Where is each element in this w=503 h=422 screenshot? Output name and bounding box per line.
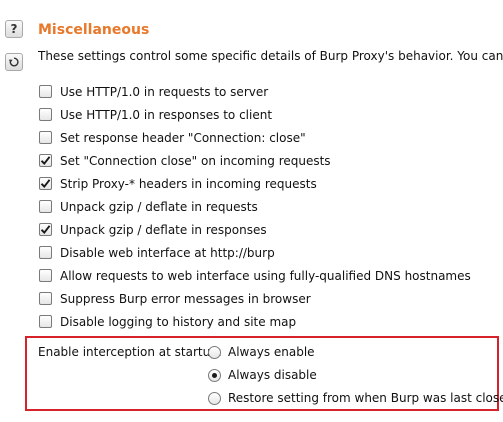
radio-label: Restore setting from when Burp was last … (228, 391, 503, 405)
radio-button[interactable] (208, 391, 221, 405)
option-connection-close-requests[interactable]: Set "Connection close" on incoming reque… (39, 149, 471, 172)
option-label: Set response header "Connection: close" (60, 130, 306, 145)
checkbox[interactable] (39, 154, 52, 167)
checkbox[interactable] (39, 223, 52, 236)
option-unpack-responses[interactable]: Unpack gzip / deflate in responses (39, 218, 471, 241)
restore-defaults-icon (8, 57, 19, 67)
option-disable-logging[interactable]: Disable logging to history and site map (39, 310, 471, 333)
option-label: Disable logging to history and site map (60, 314, 297, 329)
radio-always-disable[interactable]: Always disable (208, 366, 317, 384)
proxy-options-panel: ? Miscellaneous These settings control s… (0, 0, 503, 422)
checkbox[interactable] (39, 292, 52, 305)
radio-always-enable[interactable]: Always enable (208, 343, 315, 361)
radio-label: Always disable (228, 368, 317, 382)
option-allow-fqdn-web-interface[interactable]: Allow requests to web interface using fu… (39, 264, 471, 287)
option-label: Use HTTP/1.0 in responses to client (60, 107, 273, 122)
help-button[interactable]: ? (5, 20, 23, 38)
checkmark-icon (40, 225, 51, 235)
option-label: Disable web interface at http://burp (60, 245, 275, 260)
checkbox[interactable] (39, 85, 52, 98)
option-http10-responses[interactable]: Use HTTP/1.0 in responses to client (39, 103, 471, 126)
option-label: Allow requests to web interface using fu… (60, 268, 471, 283)
checkbox[interactable] (39, 315, 52, 328)
checkbox[interactable] (39, 200, 52, 213)
checkmark-icon (40, 156, 51, 166)
option-label: Set "Connection close" on incoming reque… (60, 153, 331, 168)
option-label: Suppress Burp error messages in browser (60, 291, 311, 306)
help-icon: ? (10, 22, 18, 36)
option-label: Use HTTP/1.0 in requests to server (60, 84, 269, 99)
option-label: Unpack gzip / deflate in responses (60, 222, 267, 237)
checkbox[interactable] (39, 246, 52, 259)
radio-button[interactable] (208, 345, 221, 359)
option-suppress-error-messages[interactable]: Suppress Burp error messages in browser (39, 287, 471, 310)
restore-defaults-button[interactable] (5, 53, 23, 71)
section-description: These settings control some specific det… (38, 49, 503, 63)
option-label: Strip Proxy-* headers in incoming reques… (60, 176, 317, 191)
checkbox[interactable] (39, 269, 52, 282)
radio-label: Always enable (228, 345, 315, 359)
checkbox[interactable] (39, 131, 52, 144)
option-strip-proxy-headers[interactable]: Strip Proxy-* headers in incoming reques… (39, 172, 471, 195)
section-title: Miscellaneous (38, 22, 150, 38)
option-connection-close-header[interactable]: Set response header "Connection: close" (39, 126, 471, 149)
option-label: Unpack gzip / deflate in requests (60, 199, 258, 214)
checkbox[interactable] (39, 108, 52, 121)
option-unpack-requests[interactable]: Unpack gzip / deflate in requests (39, 195, 471, 218)
radio-restore-setting[interactable]: Restore setting from when Burp was last … (208, 389, 503, 407)
option-disable-web-interface[interactable]: Disable web interface at http://burp (39, 241, 471, 264)
interception-label: Enable interception at startup: (38, 345, 222, 359)
radio-button[interactable] (208, 368, 221, 382)
options-list: Use HTTP/1.0 in requests to server Use HT… (39, 80, 471, 333)
checkbox[interactable] (39, 177, 52, 190)
checkmark-icon (40, 179, 51, 189)
option-http10-requests[interactable]: Use HTTP/1.0 in requests to server (39, 80, 471, 103)
